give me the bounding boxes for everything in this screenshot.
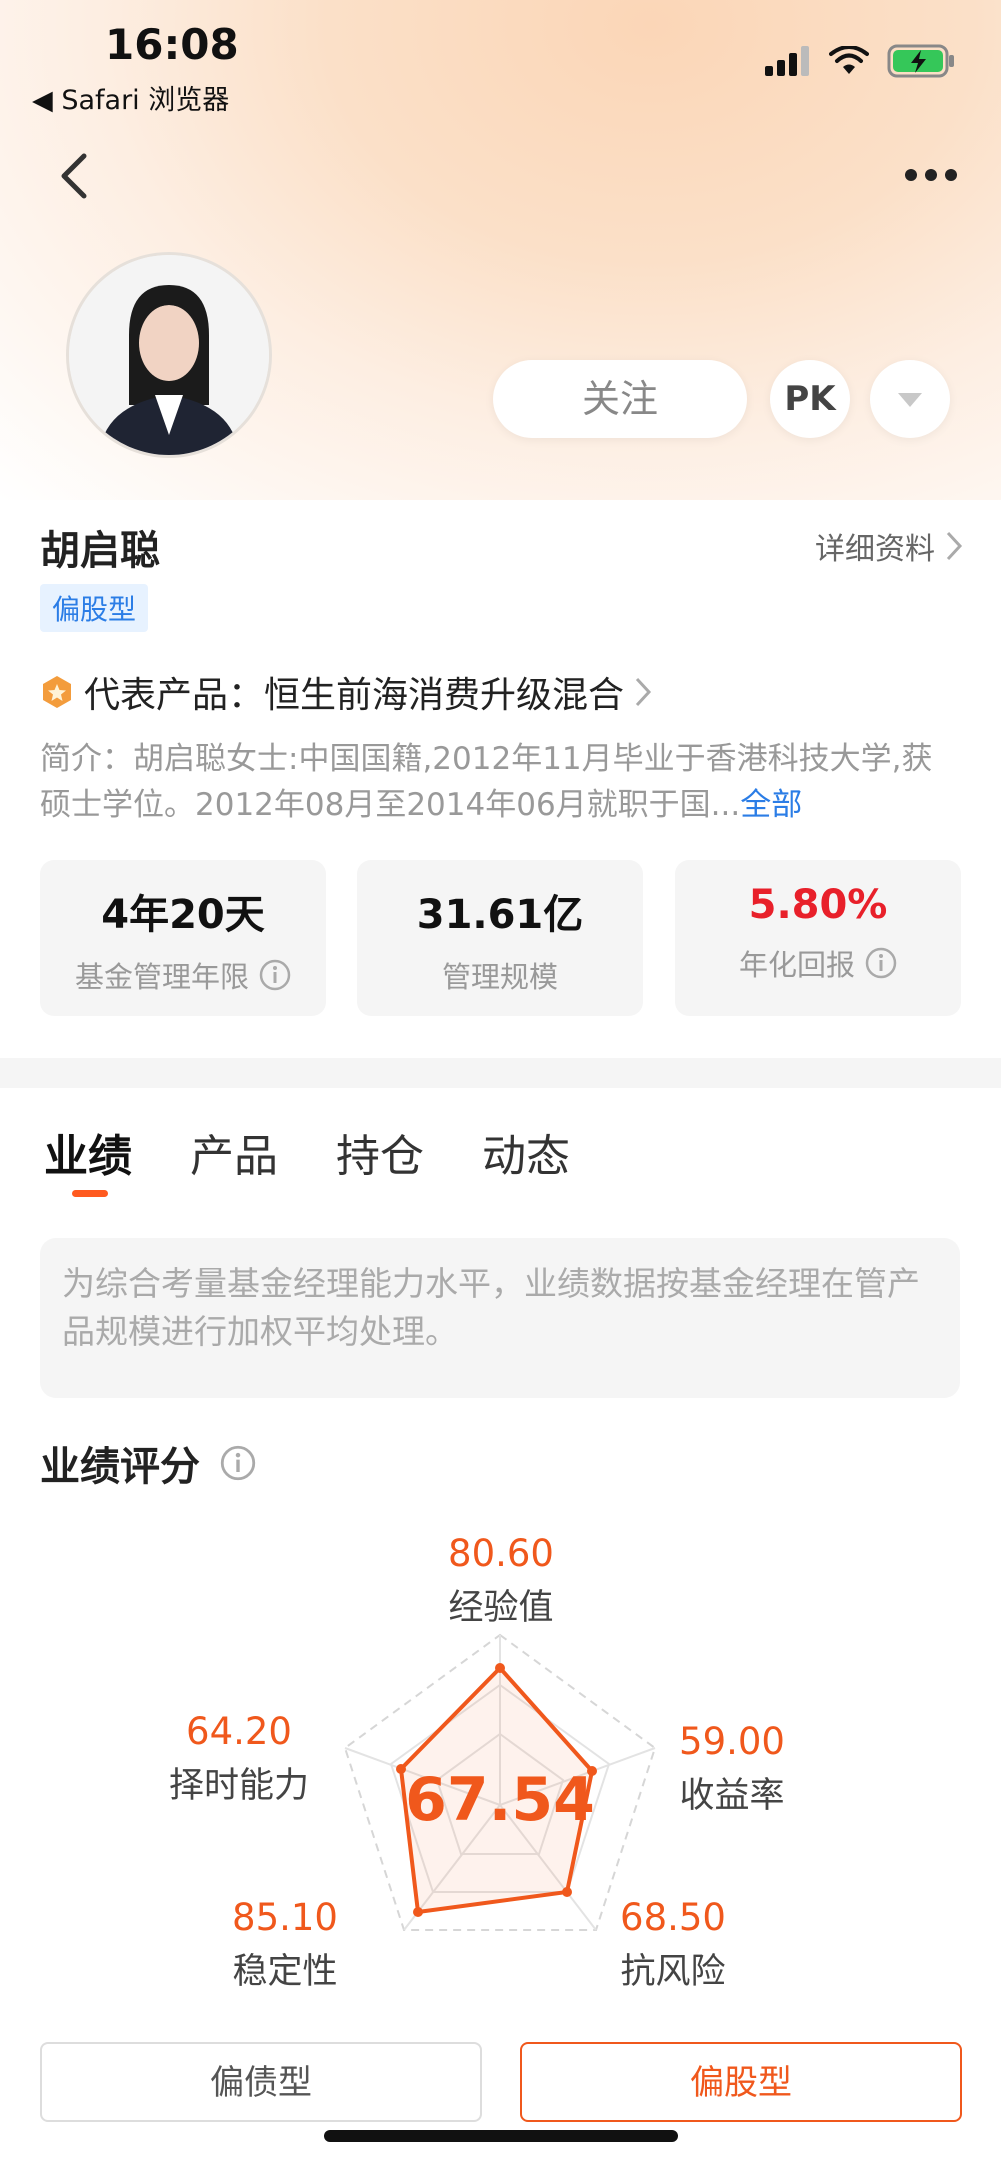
stat-label-row: 年化回报 [675, 942, 961, 984]
performance-score-title: 业绩评分 [40, 1434, 256, 1492]
pk-button[interactable]: PK [770, 360, 850, 438]
info-icon[interactable] [259, 959, 291, 991]
radar-label-return: 59.00 收益率 [622, 1720, 842, 1818]
triangle-down-icon [898, 393, 922, 407]
stat-value: 31.61亿 [416, 892, 584, 938]
chevron-right-icon [946, 531, 963, 561]
dropdown-button[interactable] [870, 360, 950, 438]
radar-label-timing: 64.20 择时能力 [129, 1710, 349, 1808]
home-indicator [324, 2130, 678, 2142]
radar-value: 85.10 [232, 1896, 338, 1939]
fund-type-tag: 偏股型 [40, 584, 149, 632]
info-icon[interactable] [220, 1445, 256, 1481]
wifi-icon [829, 46, 869, 74]
stat-value: 5.80% [748, 882, 888, 928]
stat-label-row: 管理规模 [357, 954, 643, 996]
radar-value: 59.00 [679, 1720, 785, 1763]
overall-score: 67.54 [405, 1765, 595, 1835]
chevron-right-icon [635, 677, 652, 707]
stat-label-row: 基金管理年限 [40, 954, 326, 996]
tab-holdings[interactable]: 持仓 [336, 1120, 424, 1184]
manager-avatar [66, 252, 272, 458]
stat-label: 年化回报 [738, 948, 855, 982]
status-time: 16:08 [105, 20, 239, 69]
signal-icon [765, 46, 809, 76]
bond-type-button[interactable]: 偏债型 [40, 2042, 482, 2122]
stat-card-tenure: 4年20天 基金管理年限 [40, 860, 326, 1016]
radar-label-stability: 85.10 稳定性 [175, 1896, 395, 1994]
active-tab-indicator [72, 1190, 108, 1197]
stat-value: 4年20天 [101, 892, 265, 938]
stat-label: 基金管理年限 [74, 960, 249, 994]
radar-label-experience: 80.60 经验值 [391, 1532, 611, 1630]
tab-bar: 业绩 产品 持仓 动态 [44, 1120, 570, 1184]
medal-icon [43, 676, 71, 708]
radar-name: 抗风险 [620, 1952, 726, 1992]
radar-name: 收益率 [679, 1776, 785, 1816]
radar-name: 稳定性 [232, 1952, 338, 1992]
status-icons [765, 44, 957, 78]
stat-card-return: 5.80% 年化回报 [675, 860, 961, 1016]
more-options-icon[interactable] [901, 160, 961, 190]
weighting-notice: 为综合考量基金经理能力水平，业绩数据按基金经理在管产品规模进行加权平均处理。 [40, 1238, 960, 1398]
intro-expand-link[interactable]: 全部 [740, 787, 802, 823]
representative-product-link[interactable]: 代表产品：恒生前海消费升级混合 [40, 666, 652, 718]
tab-news[interactable]: 动态 [482, 1120, 570, 1184]
radar-name: 经验值 [448, 1588, 554, 1628]
representative-product-label: 代表产品：恒生前海消费升级混合 [84, 675, 625, 716]
safari-back-link[interactable]: ◀ Safari 浏览器 [32, 78, 229, 117]
radar-value: 68.50 [620, 1896, 726, 1939]
tab-products[interactable]: 产品 [190, 1120, 278, 1184]
radar-label-risk: 68.50 抗风险 [563, 1896, 783, 1994]
detail-info-label: 详细资料 [815, 532, 935, 567]
performance-title-label: 业绩评分 [40, 1444, 200, 1490]
follow-button[interactable]: 关注 [493, 360, 747, 438]
info-icon[interactable] [865, 947, 897, 979]
section-divider [0, 1058, 1001, 1088]
tab-performance[interactable]: 业绩 [44, 1120, 132, 1184]
back-arrow-icon[interactable] [50, 148, 100, 204]
radar-value: 80.60 [448, 1532, 554, 1575]
battery-charging-icon [887, 44, 954, 78]
detail-info-link[interactable]: 详细资料 [815, 524, 963, 568]
manager-name: 胡启聪 [40, 528, 160, 574]
radar-value: 64.20 [186, 1710, 292, 1753]
stock-type-button[interactable]: 偏股型 [520, 2042, 962, 2122]
stat-card-scale: 31.61亿 管理规模 [357, 860, 643, 1016]
stat-label: 管理规模 [441, 960, 558, 994]
radar-name: 择时能力 [168, 1766, 309, 1806]
manager-intro: 简介：胡启聪女士:中国国籍,2012年11月毕业于香港科技大学,获硕士学位。20… [40, 736, 960, 828]
